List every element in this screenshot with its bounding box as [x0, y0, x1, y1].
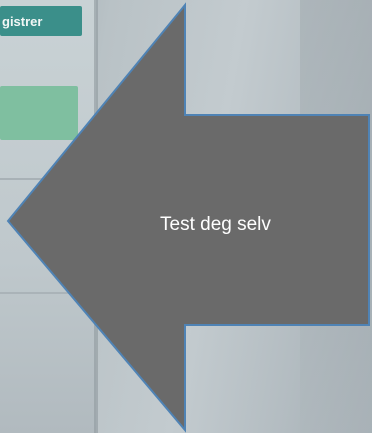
- arrow-label: Test deg selv: [160, 214, 271, 235]
